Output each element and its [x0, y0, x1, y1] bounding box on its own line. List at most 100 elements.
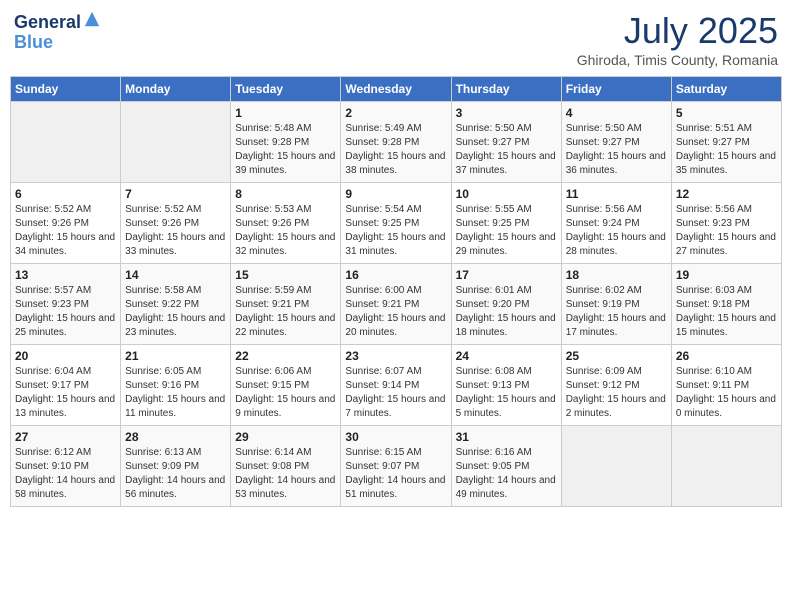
column-header-thursday: Thursday	[451, 77, 561, 102]
day-number: 25	[566, 349, 667, 363]
calendar-cell: 17 Sunrise: 6:01 AM Sunset: 9:20 PM Dayli…	[451, 264, 561, 345]
calendar-cell: 30Sunrise: 6:15 AM Sunset: 9:07 PM Dayli…	[341, 426, 451, 507]
calendar-cell: 18 Sunrise: 6:02 AM Sunset: 9:19 PM Dayli…	[561, 264, 671, 345]
month-year-title: July 2025	[577, 10, 778, 52]
column-header-friday: Friday	[561, 77, 671, 102]
day-number: 23	[345, 349, 446, 363]
day-info: Sunrise: 5:50 AM Sunset: 9:27 PM Dayligh…	[566, 122, 667, 178]
day-number: 16	[345, 268, 446, 282]
day-info: Sunrise: 5:58 AM Sunset: 9:22 PM Dayligh…	[125, 284, 226, 340]
calendar-week-2: 6 Sunrise: 5:52 AM Sunset: 9:26 PM Daylig…	[11, 183, 782, 264]
day-number: 8	[235, 187, 336, 201]
column-header-sunday: Sunday	[11, 77, 121, 102]
day-info: Sunrise: 5:49 AM Sunset: 9:28 PM Dayligh…	[345, 122, 446, 178]
day-number: 27	[15, 430, 116, 444]
day-info: Sunrise: 6:16 AM Sunset: 9:05 PM Dayligh…	[456, 446, 557, 502]
calendar-cell: 28 Sunrise: 6:13 AM Sunset: 9:09 PM Dayli…	[121, 426, 231, 507]
calendar-cell	[671, 426, 781, 507]
day-info: Sunrise: 6:14 AM Sunset: 9:08 PM Dayligh…	[235, 446, 336, 502]
day-number: 17	[456, 268, 557, 282]
day-number: 12	[676, 187, 777, 201]
day-number: 4	[566, 106, 667, 120]
day-info: Sunrise: 6:10 AM Sunset: 9:11 PM Dayligh…	[676, 365, 777, 421]
calendar-week-1: 1Sunrise: 5:48 AM Sunset: 9:28 PM Daylig…	[11, 102, 782, 183]
day-info: Sunrise: 6:06 AM Sunset: 9:15 PM Dayligh…	[235, 365, 336, 421]
day-info: Sunrise: 5:57 AM Sunset: 9:23 PM Dayligh…	[15, 284, 116, 340]
calendar-cell: 6 Sunrise: 5:52 AM Sunset: 9:26 PM Daylig…	[11, 183, 121, 264]
calendar-cell: 7 Sunrise: 5:52 AM Sunset: 9:26 PM Daylig…	[121, 183, 231, 264]
calendar-cell: 21 Sunrise: 6:05 AM Sunset: 9:16 PM Dayli…	[121, 345, 231, 426]
day-number: 18	[566, 268, 667, 282]
calendar-cell: 11 Sunrise: 5:56 AM Sunset: 9:24 PM Dayli…	[561, 183, 671, 264]
day-number: 28	[125, 430, 226, 444]
day-info: Sunrise: 5:52 AM Sunset: 9:26 PM Dayligh…	[125, 203, 226, 259]
day-info: Sunrise: 5:59 AM Sunset: 9:21 PM Dayligh…	[235, 284, 336, 340]
day-info: Sunrise: 5:51 AM Sunset: 9:27 PM Dayligh…	[676, 122, 777, 178]
day-info: Sunrise: 6:12 AM Sunset: 9:10 PM Dayligh…	[15, 446, 116, 502]
day-number: 9	[345, 187, 446, 201]
calendar-cell: 8 Sunrise: 5:53 AM Sunset: 9:26 PM Daylig…	[231, 183, 341, 264]
calendar-cell: 23 Sunrise: 6:07 AM Sunset: 9:14 PM Dayli…	[341, 345, 451, 426]
day-info: Sunrise: 6:04 AM Sunset: 9:17 PM Dayligh…	[15, 365, 116, 421]
day-info: Sunrise: 6:03 AM Sunset: 9:18 PM Dayligh…	[676, 284, 777, 340]
day-number: 13	[15, 268, 116, 282]
day-number: 19	[676, 268, 777, 282]
day-number: 24	[456, 349, 557, 363]
column-header-wednesday: Wednesday	[341, 77, 451, 102]
calendar-cell: 16 Sunrise: 6:00 AM Sunset: 9:21 PM Dayli…	[341, 264, 451, 345]
day-number: 14	[125, 268, 226, 282]
calendar-week-5: 27 Sunrise: 6:12 AM Sunset: 9:10 PM Dayli…	[11, 426, 782, 507]
calendar-cell: 2 Sunrise: 5:49 AM Sunset: 9:28 PM Daylig…	[341, 102, 451, 183]
day-info: Sunrise: 5:52 AM Sunset: 9:26 PM Dayligh…	[15, 203, 116, 259]
day-number: 31	[456, 430, 557, 444]
calendar-cell: 15 Sunrise: 5:59 AM Sunset: 9:21 PM Dayli…	[231, 264, 341, 345]
calendar-cell: 1Sunrise: 5:48 AM Sunset: 9:28 PM Daylig…	[231, 102, 341, 183]
day-info: Sunrise: 5:48 AM Sunset: 9:28 PM Dayligh…	[235, 122, 336, 178]
day-info: Sunrise: 6:15 AM Sunset: 9:07 PM Dayligh…	[345, 446, 446, 502]
day-info: Sunrise: 6:13 AM Sunset: 9:09 PM Dayligh…	[125, 446, 226, 502]
day-number: 29	[235, 430, 336, 444]
calendar-cell: 29 Sunrise: 6:14 AM Sunset: 9:08 PM Dayli…	[231, 426, 341, 507]
day-info: Sunrise: 6:08 AM Sunset: 9:13 PM Dayligh…	[456, 365, 557, 421]
calendar-cell: 14 Sunrise: 5:58 AM Sunset: 9:22 PM Dayli…	[121, 264, 231, 345]
day-info: Sunrise: 6:05 AM Sunset: 9:16 PM Dayligh…	[125, 365, 226, 421]
day-number: 11	[566, 187, 667, 201]
day-number: 20	[15, 349, 116, 363]
calendar-cell: 24 Sunrise: 6:08 AM Sunset: 9:13 PM Dayli…	[451, 345, 561, 426]
calendar-cell: 10 Sunrise: 5:55 AM Sunset: 9:25 PM Dayli…	[451, 183, 561, 264]
calendar-cell: 4 Sunrise: 5:50 AM Sunset: 9:27 PM Daylig…	[561, 102, 671, 183]
day-info: Sunrise: 5:56 AM Sunset: 9:24 PM Dayligh…	[566, 203, 667, 259]
calendar-cell: 19 Sunrise: 6:03 AM Sunset: 9:18 PM Dayli…	[671, 264, 781, 345]
logo: General Blue	[14, 10, 101, 53]
calendar-cell: 5 Sunrise: 5:51 AM Sunset: 9:27 PM Daylig…	[671, 102, 781, 183]
day-number: 10	[456, 187, 557, 201]
day-number: 6	[15, 187, 116, 201]
calendar-cell	[561, 426, 671, 507]
day-number: 2	[345, 106, 446, 120]
day-number: 26	[676, 349, 777, 363]
calendar-cell: 13 Sunrise: 5:57 AM Sunset: 9:23 PM Dayli…	[11, 264, 121, 345]
day-number: 3	[456, 106, 557, 120]
calendar-table: SundayMondayTuesdayWednesdayThursdayFrid…	[10, 76, 782, 507]
page-header: General Blue July 2025 Ghiroda, Timis Co…	[10, 10, 782, 68]
calendar-cell: 31 Sunrise: 6:16 AM Sunset: 9:05 PM Dayli…	[451, 426, 561, 507]
day-number: 15	[235, 268, 336, 282]
day-info: Sunrise: 5:56 AM Sunset: 9:23 PM Dayligh…	[676, 203, 777, 259]
calendar-cell	[11, 102, 121, 183]
calendar-cell: 26 Sunrise: 6:10 AM Sunset: 9:11 PM Dayli…	[671, 345, 781, 426]
day-info: Sunrise: 5:53 AM Sunset: 9:26 PM Dayligh…	[235, 203, 336, 259]
day-info: Sunrise: 6:01 AM Sunset: 9:20 PM Dayligh…	[456, 284, 557, 340]
calendar-week-4: 20 Sunrise: 6:04 AM Sunset: 9:17 PM Dayli…	[11, 345, 782, 426]
day-info: Sunrise: 5:55 AM Sunset: 9:25 PM Dayligh…	[456, 203, 557, 259]
calendar-cell: 27 Sunrise: 6:12 AM Sunset: 9:10 PM Dayli…	[11, 426, 121, 507]
day-info: Sunrise: 6:02 AM Sunset: 9:19 PM Dayligh…	[566, 284, 667, 340]
day-info: Sunrise: 6:07 AM Sunset: 9:14 PM Dayligh…	[345, 365, 446, 421]
day-info: Sunrise: 6:00 AM Sunset: 9:21 PM Dayligh…	[345, 284, 446, 340]
day-number: 21	[125, 349, 226, 363]
column-header-monday: Monday	[121, 77, 231, 102]
day-info: Sunrise: 5:50 AM Sunset: 9:27 PM Dayligh…	[456, 122, 557, 178]
calendar-cell: 3 Sunrise: 5:50 AM Sunset: 9:27 PM Daylig…	[451, 102, 561, 183]
day-number: 5	[676, 106, 777, 120]
day-number: 7	[125, 187, 226, 201]
logo-icon	[83, 10, 101, 28]
